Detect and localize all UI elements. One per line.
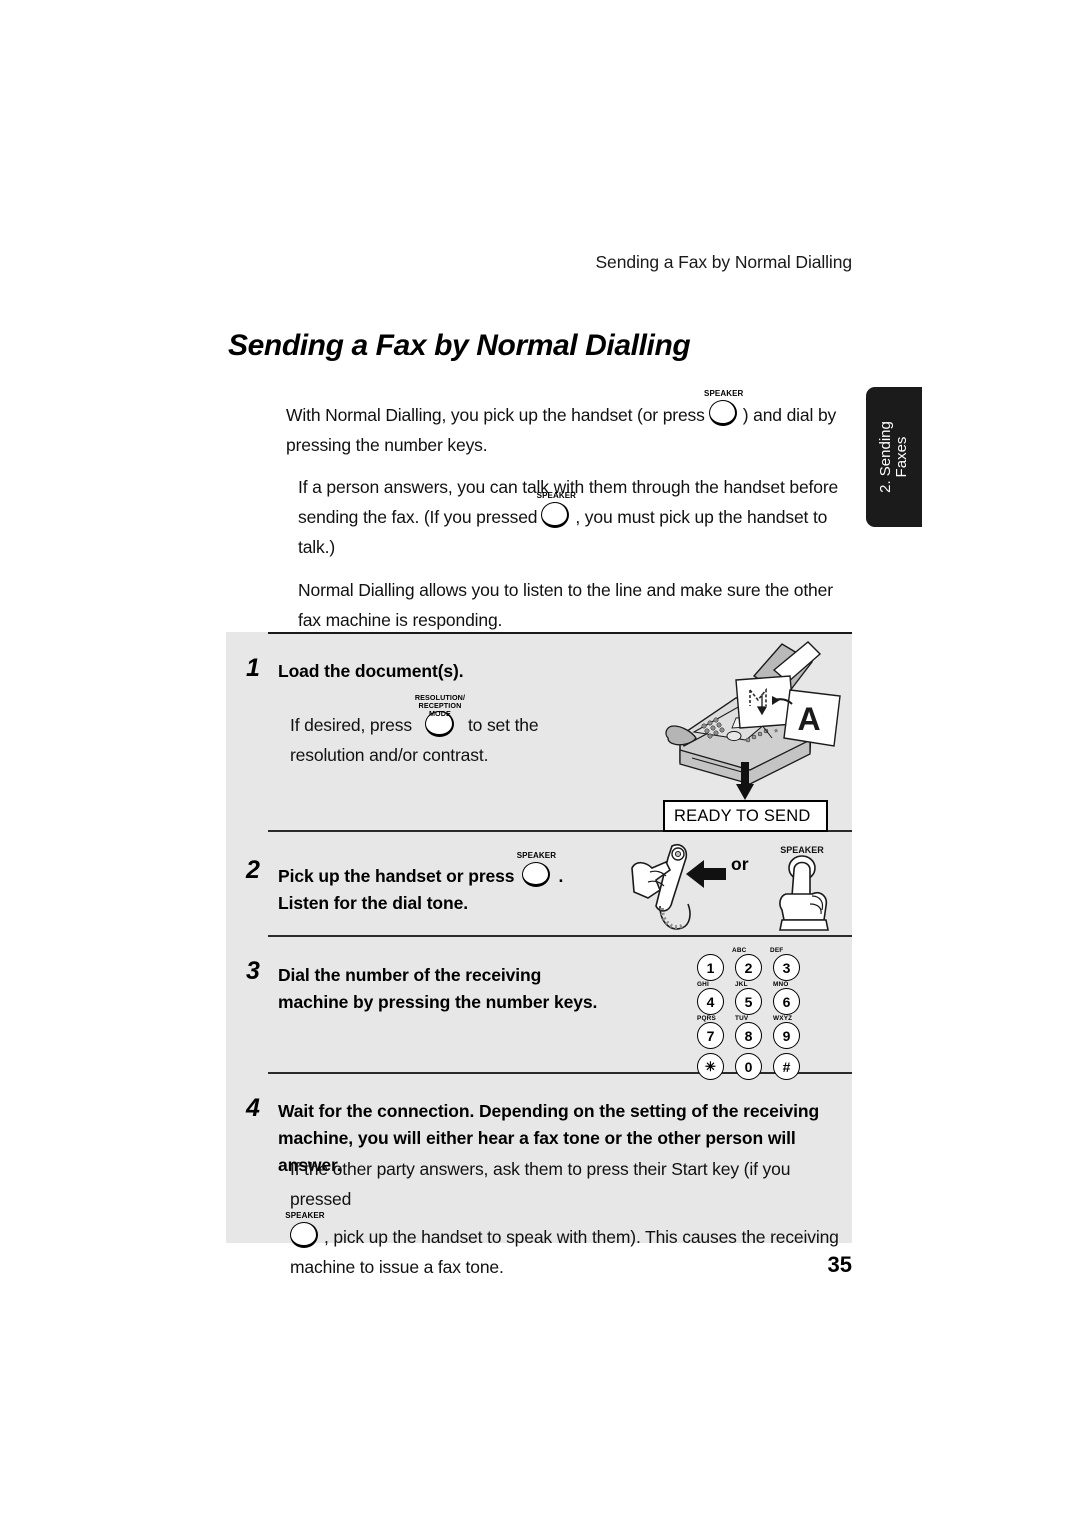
intro-paragraph-2: If a person answers, you can talk with t… — [298, 472, 853, 562]
keypad-key-4: 4 — [697, 988, 724, 1015]
speaker-key-icon: SPEAKER — [704, 390, 743, 426]
step-1-body: If desired, press RESOLUTION/ RECEPTION M… — [290, 694, 610, 770]
keypad-key-0: 0 — [735, 1053, 762, 1080]
speaker-key-icon: SPEAKER — [517, 852, 556, 887]
running-header: Sending a Fax by Normal Dialling — [595, 252, 852, 272]
step-1-number: 1 — [246, 654, 260, 682]
procedure-box: 1 Load the document(s). If desired, pres… — [226, 632, 852, 1277]
step-3-number: 3 — [246, 957, 260, 985]
keypad-letters: TUV — [735, 1015, 749, 1022]
step-3-heading: Dial the number of the receiving machine… — [278, 962, 618, 1016]
keypad-letters: PQRS — [697, 1015, 716, 1022]
keypad-key-2: 2 — [735, 954, 762, 981]
keypad-key-5: 5 — [735, 988, 762, 1015]
keypad-key-9: 9 — [773, 1022, 800, 1049]
keypad-letters: JKL — [735, 981, 748, 988]
svg-text:SPEAKER: SPEAKER — [780, 845, 824, 855]
speaker-key-label: SPEAKER — [516, 851, 557, 860]
step-1-heading: Load the document(s). — [278, 661, 464, 681]
intro-section: With Normal Dialling, you pick up the ha… — [286, 390, 853, 635]
intro-paragraph-3: Normal Dialling allows you to listen to … — [298, 580, 833, 630]
keypad-letters: DEF — [770, 947, 784, 954]
speaker-key-icon: SPEAKER — [285, 1212, 325, 1248]
press-speaker-illustration: SPEAKER — [762, 844, 842, 936]
step-4-heading-line1: Wait for the connection. Depending on th… — [278, 1101, 820, 1121]
speaker-key-label: SPEAKER — [704, 389, 744, 398]
keypad-letters: ABC — [732, 947, 747, 954]
keypad-key-3: 3 — [773, 954, 800, 981]
speaker-key-circle — [290, 1222, 318, 1248]
step-4-body-before: If the other party answers, ask them to … — [290, 1159, 791, 1209]
step-2-heading: Pick up the handset or press SPEAKER. Lis… — [278, 852, 578, 917]
step-3-heading-line1: Dial the number of the receiving — [278, 965, 542, 985]
lcd-display: READY TO SEND — [663, 800, 828, 832]
lcd-display-text: READY TO SEND — [674, 806, 811, 825]
svg-text:A: A — [797, 701, 820, 737]
step-3-heading-line2: machine by pressing the number keys. — [278, 992, 598, 1012]
page-title: Sending a Fax by Normal Dialling — [228, 329, 691, 362]
step-2-heading-line2: Listen for the dial tone. — [278, 893, 469, 913]
resolution-reception-mode-key-icon: RESOLUTION/ RECEPTION MODE — [415, 694, 465, 737]
keypad-letters: WXYZ — [773, 1015, 793, 1022]
intro-paragraph-1: With Normal Dialling, you pick up the ha… — [286, 390, 853, 460]
page-number: 35 — [827, 1252, 852, 1277]
chapter-thumb-tab: 2. Sending Faxes — [866, 387, 922, 527]
speaker-key-circle — [708, 400, 737, 426]
keypad-key-8: 8 — [735, 1022, 762, 1049]
speaker-key-circle — [541, 502, 570, 528]
speaker-key-label: SPEAKER — [536, 491, 577, 500]
keypad-key-hash: # — [773, 1053, 800, 1080]
manual-page: Sending a Fax by Normal Dialling Sending… — [0, 0, 1080, 1528]
keypad-key-star: ✳ — [697, 1053, 724, 1080]
step-2-number: 2 — [246, 856, 260, 884]
chapter-thumb-tab-label: 2. Sending Faxes — [876, 421, 911, 493]
speaker-key-circle — [522, 862, 551, 887]
handset-pickup-illustration — [626, 840, 736, 938]
numeric-keypad-illustration: ABC DEF 1 2 3 GHI JKL MNO 4 5 6 PQRS TUV… — [697, 947, 805, 1080]
keypad-letters: MNO — [773, 981, 789, 988]
or-label: or — [731, 854, 749, 874]
step-2-heading-after: . — [558, 866, 564, 886]
keypad-key-6: 6 — [773, 988, 800, 1015]
step-4-number: 4 — [246, 1094, 260, 1122]
divider-top — [268, 632, 852, 634]
fax-machine-illustration: A — [662, 640, 852, 800]
keypad-key-7: 7 — [697, 1022, 724, 1049]
keypad-key-1: 1 — [697, 954, 724, 981]
step-2-heading-before: Pick up the handset or press — [278, 866, 515, 886]
resolution-reception-mode-key-label: RESOLUTION/ RECEPTION MODE — [414, 693, 466, 718]
speaker-key-label: SPEAKER — [285, 1211, 325, 1220]
keypad-letters: GHI — [697, 981, 709, 988]
speaker-key-icon: SPEAKER — [537, 492, 576, 528]
intro-p1-before: With Normal Dialling, you pick up the ha… — [286, 405, 705, 425]
step-1-body-before: If desired, press — [290, 715, 412, 735]
